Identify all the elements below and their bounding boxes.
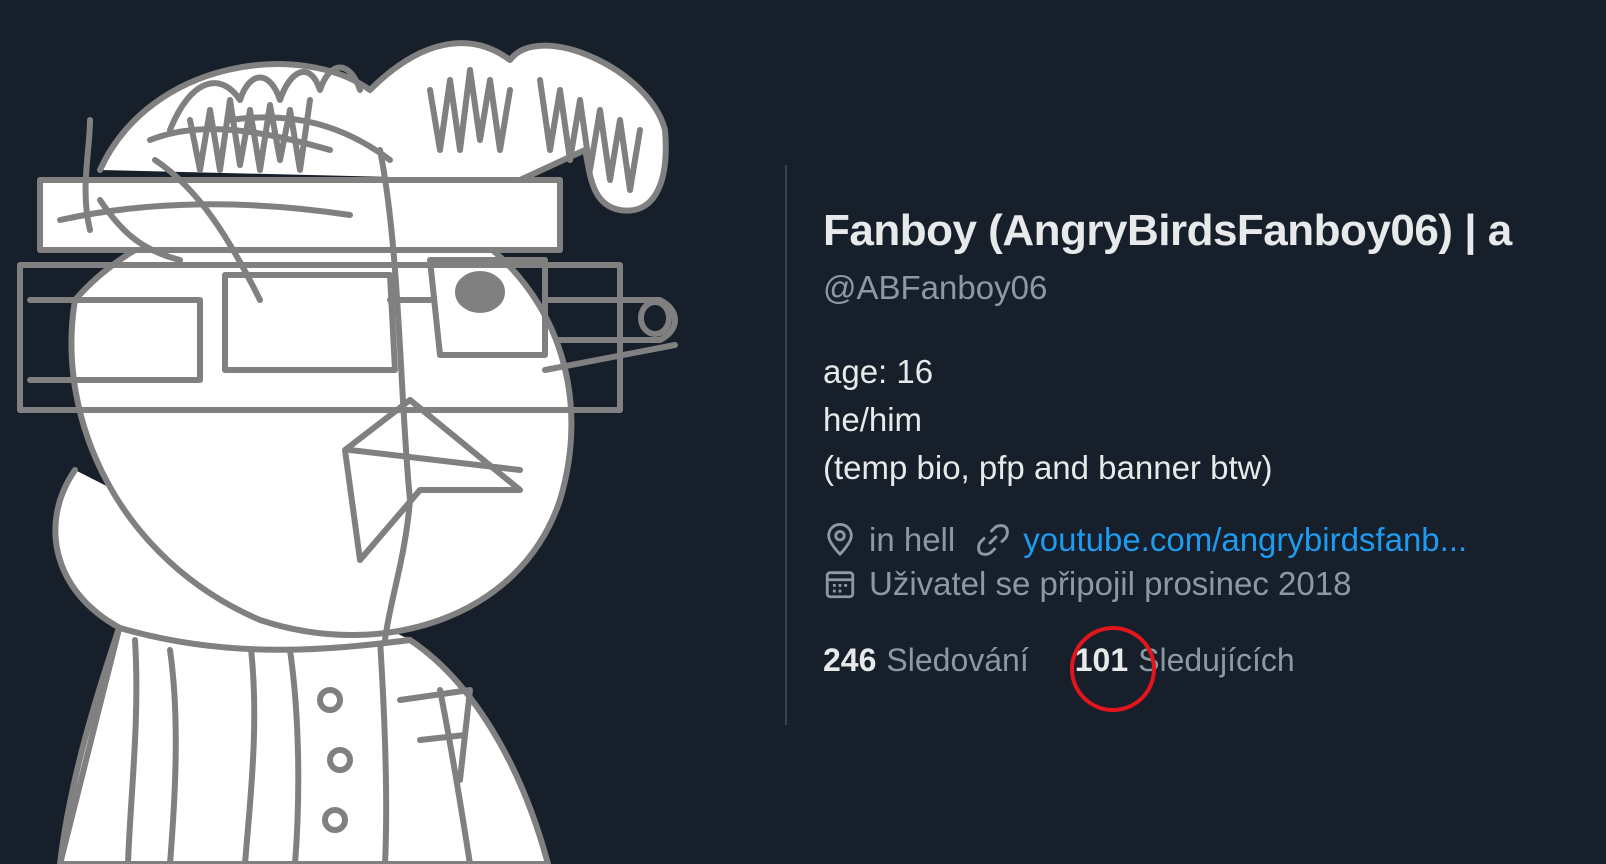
link-icon (977, 524, 1010, 556)
follow-stats: 246 Sledování 101 Sledujících (823, 636, 1606, 684)
bio-line: he/him (823, 401, 923, 438)
avatar-drawing (17, 40, 678, 864)
bio-line: age: 16 (823, 353, 934, 390)
user-handle[interactable]: @ABFanboy06 (823, 266, 1606, 310)
joined-item: Uživatel se připojil prosinec 2018 (823, 562, 1351, 606)
website-link[interactable]: youtube.com/angrybirdsfanb... (1023, 518, 1467, 562)
joined-text: Uživatel se připojil prosinec 2018 (869, 565, 1352, 602)
followers-label: Sledujících (1138, 642, 1295, 678)
location-item: in hell (823, 518, 955, 562)
following-stat[interactable]: 246 Sledování (823, 636, 1029, 684)
profile-meta: in hell youtube.com/angrybirdsfanb... Už… (823, 518, 1606, 606)
profile-page: Fanboy (AngryBirdsFanboy06) | a @ABFanbo… (0, 0, 1606, 864)
bio-line: (temp bio, pfp and banner btw) (823, 449, 1273, 486)
following-label: Sledování (886, 642, 1029, 678)
display-name: Fanboy (AngryBirdsFanboy06) | a (823, 206, 1512, 255)
divider (785, 165, 787, 725)
profile-info: Fanboy (AngryBirdsFanboy06) | a @ABFanbo… (823, 200, 1606, 684)
followers-stat[interactable]: 101 Sledujících (1075, 636, 1295, 684)
bio: age: 16 he/him (temp bio, pfp and banner… (823, 348, 1606, 492)
calendar-icon (825, 571, 855, 599)
followers-count: 101 (1074, 642, 1129, 678)
map-pin-icon (827, 522, 853, 557)
website-item[interactable]: youtube.com/angrybirdsfanb... (975, 518, 1467, 562)
location-text: in hell (869, 521, 956, 558)
following-count: 246 (823, 642, 877, 678)
